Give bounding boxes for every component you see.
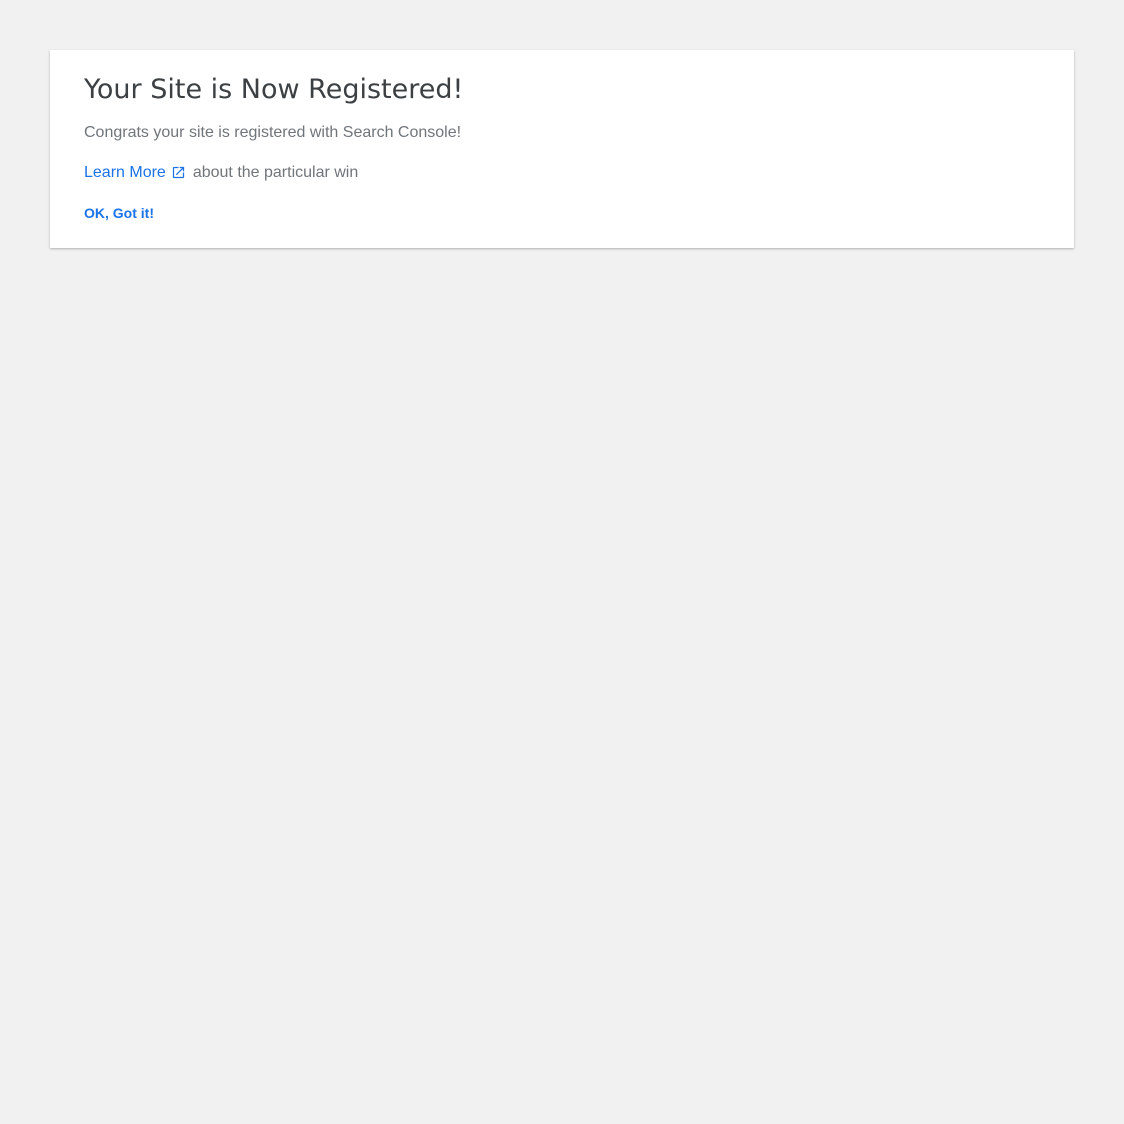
- learn-more-suffix: about the particular win: [192, 164, 359, 181]
- learn-more-label: Learn More: [84, 164, 166, 181]
- card-title: Your Site is Now Registered!: [84, 74, 464, 105]
- learn-more-row: Learn More about the particular win: [84, 163, 358, 183]
- external-link-icon: [171, 165, 186, 180]
- registration-card: Your Site is Now Registered! Congrats yo…: [50, 50, 1074, 248]
- ok-got-it-button[interactable]: OK, Got it!: [84, 204, 154, 222]
- registration-message: Congrats your site is registered with Se…: [84, 124, 462, 141]
- learn-more-link[interactable]: Learn More: [84, 163, 186, 183]
